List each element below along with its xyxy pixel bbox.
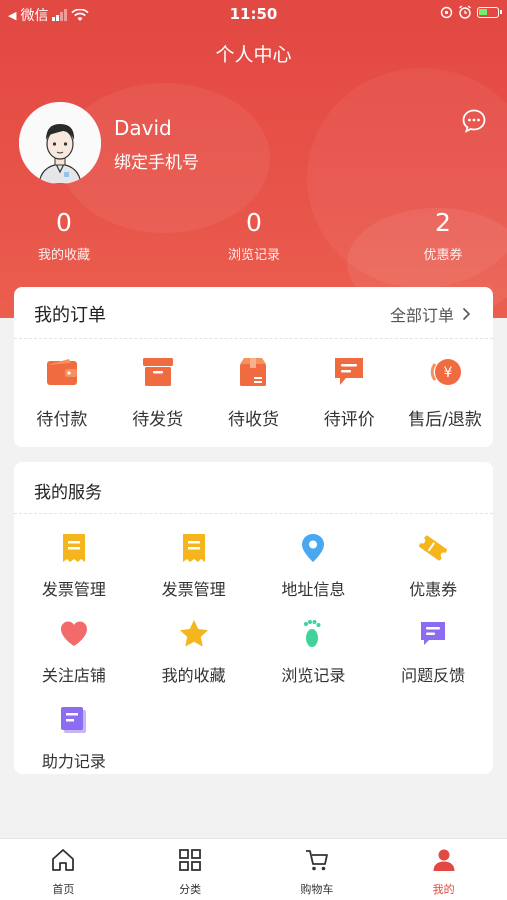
tab-home-label: 首页 (52, 883, 75, 896)
location-pin-icon (302, 534, 325, 562)
service-feedback[interactable]: 问题反馈 (373, 618, 493, 686)
username: David (114, 116, 172, 140)
coupon-icon (419, 535, 448, 561)
status-bar: ◀ 微信 11:50 (0, 0, 507, 28)
stat-history-value: 0 (246, 208, 262, 237)
order-pending-shipment[interactable]: 待发货 (112, 355, 204, 430)
tab-category[interactable]: 分类 (127, 839, 254, 900)
stat-favorites[interactable]: 0 我的收藏 (0, 208, 134, 263)
service-favorites-label: 我的收藏 (161, 666, 226, 685)
tab-mine[interactable]: 我的 (380, 839, 507, 900)
box-icon (142, 358, 173, 386)
service-history[interactable]: 浏览记录 (254, 618, 374, 686)
battery-icon (477, 6, 502, 18)
page-title: 个人中心 (215, 44, 292, 66)
services-grid: 发票管理 发票管理 地址信息 优惠券 关注店铺 我的收藏 浏览记录 问题反馈 助… (14, 514, 493, 772)
services-card: 我的服务 发票管理 发票管理 地址信息 优惠券 关注店铺 我的收藏 浏览记录 问… (14, 462, 493, 774)
stat-coupons-value: 2 (435, 208, 451, 237)
feedback-icon (421, 622, 446, 645)
order-pending-review[interactable]: 待评价 (303, 355, 395, 430)
service-help-record-label: 助力记录 (41, 752, 106, 771)
wallet-icon (46, 359, 77, 385)
alarm-icon (459, 5, 471, 19)
profile-header: 个人中心 David 绑定手机号 0 我的收藏 0 浏览记录 2 优惠券 (0, 28, 507, 318)
all-orders-label: 全部订单 (389, 306, 454, 325)
message-icon[interactable] (461, 108, 487, 134)
stat-favorites-value: 0 (56, 208, 72, 237)
order-refund-label: 售后/退款 (408, 410, 482, 430)
package-icon (240, 358, 267, 386)
order-refund[interactable]: ¥ 售后/退款 (399, 355, 491, 430)
refund-icon: ¥ (430, 359, 462, 385)
order-pending-payment-label: 待付款 (36, 410, 88, 430)
help-record-icon (60, 707, 86, 733)
status-right (440, 5, 502, 19)
order-pending-shipment-label: 待发货 (132, 410, 184, 430)
cart-icon (305, 850, 328, 871)
tab-cart-label: 购物车 (300, 883, 334, 896)
chevron-right-icon (462, 307, 471, 321)
service-invoice-1[interactable]: 发票管理 (14, 532, 134, 600)
footprint-icon (304, 620, 321, 647)
invoice-icon (62, 534, 85, 562)
service-feedback-label: 问题反馈 (401, 666, 466, 685)
service-favorites[interactable]: 我的收藏 (134, 618, 254, 686)
service-followed-shops[interactable]: 关注店铺 (14, 618, 134, 686)
service-invoice-2-label: 发票管理 (161, 580, 226, 599)
order-pending-receipt-label: 待收货 (227, 410, 279, 430)
comment-icon (335, 358, 364, 385)
stat-history-label: 浏览记录 (227, 248, 280, 263)
order-status-row: 待付款 待发货 待收货 待评价 ¥ 售后/退款 (14, 339, 493, 430)
service-coupon-label: 优惠券 (409, 580, 458, 599)
bind-phone-link[interactable]: 绑定手机号 (114, 148, 199, 173)
tab-mine-label: 我的 (432, 883, 455, 896)
orders-title: 我的订单 (34, 305, 106, 326)
user-icon (433, 849, 455, 871)
service-address-label: 地址信息 (281, 580, 346, 599)
invoice-icon (182, 534, 205, 562)
tab-home[interactable]: 首页 (0, 839, 127, 900)
avatar-image (19, 102, 101, 184)
stat-coupons[interactable]: 2 优惠券 (373, 208, 507, 263)
lock-rotation-icon (440, 6, 453, 18)
stat-favorites-label: 我的收藏 (37, 248, 90, 263)
order-pending-review-label: 待评价 (323, 410, 375, 430)
orders-header: 我的订单 全部订单 (14, 287, 493, 339)
service-followed-shops-label: 关注店铺 (41, 666, 106, 685)
status-time: 11:50 (229, 5, 278, 23)
service-help-record[interactable]: 助力记录 (14, 704, 134, 772)
grid-icon (179, 849, 202, 871)
tab-category-label: 分类 (179, 883, 202, 896)
service-coupon[interactable]: 优惠券 (373, 532, 493, 600)
svg-text:¥: ¥ (444, 365, 453, 381)
tab-bar: 首页 分类 购物车 我的 (0, 838, 507, 900)
tab-cart[interactable]: 购物车 (254, 839, 381, 900)
avatar[interactable] (19, 102, 101, 184)
home-icon (52, 849, 75, 871)
stat-history[interactable]: 0 浏览记录 (184, 208, 324, 263)
all-orders-link[interactable]: 全部订单 (390, 302, 471, 326)
orders-card: 我的订单 全部订单 待付款 待发货 待收货 待评价 ¥ 售后/退款 (14, 287, 493, 447)
stat-coupons-label: 优惠券 (423, 248, 463, 263)
service-invoice-1-label: 发票管理 (41, 580, 106, 599)
services-title: 我的服务 (34, 483, 102, 503)
order-pending-payment[interactable]: 待付款 (16, 355, 108, 430)
order-pending-receipt[interactable]: 待收货 (207, 355, 299, 430)
star-icon (179, 620, 208, 647)
service-invoice-2[interactable]: 发票管理 (134, 532, 254, 600)
service-address[interactable]: 地址信息 (254, 532, 374, 600)
service-history-label: 浏览记录 (281, 666, 346, 685)
heart-icon (60, 621, 87, 646)
services-header: 我的服务 (14, 462, 493, 514)
